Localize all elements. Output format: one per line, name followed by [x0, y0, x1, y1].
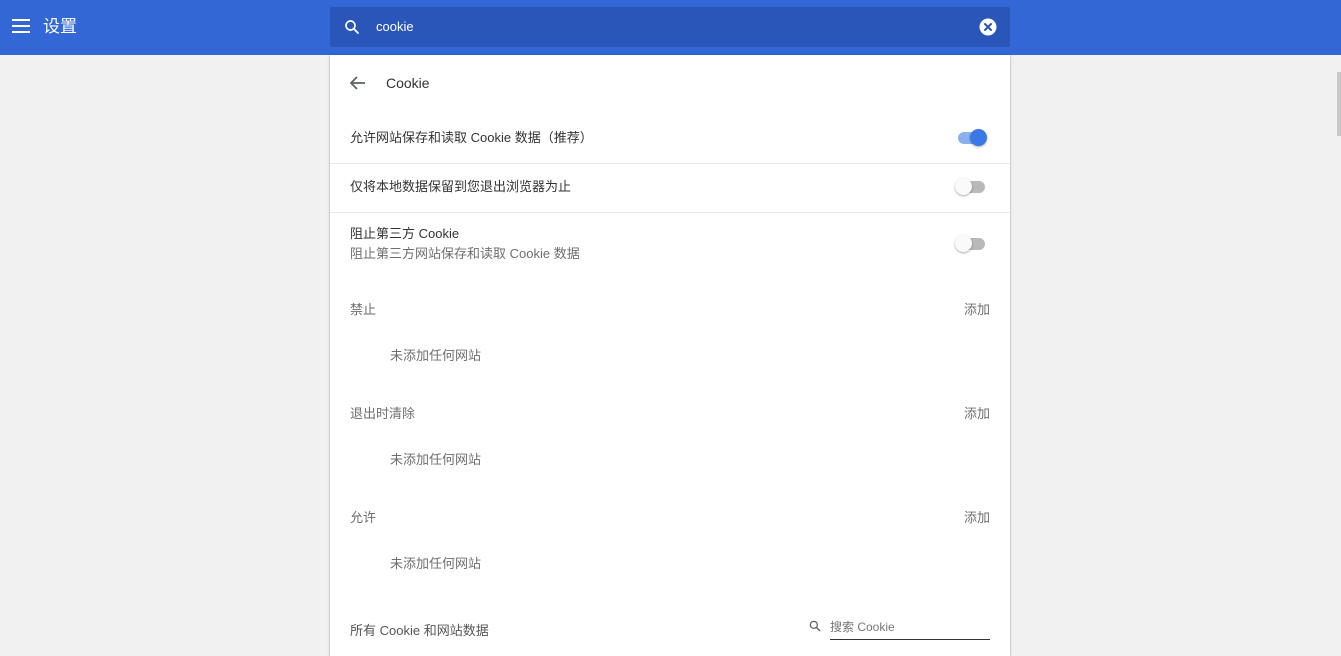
- settings-search-box[interactable]: cookie: [330, 7, 1010, 47]
- keep-local-data-toggle[interactable]: [955, 178, 987, 196]
- block-third-party-label: 阻止第三方 Cookie: [350, 226, 460, 241]
- search-input[interactable]: cookie: [376, 18, 414, 36]
- top-bar: 设置 cookie: [0, 0, 1341, 55]
- back-arrow-icon[interactable]: [348, 74, 368, 92]
- menu-icon[interactable]: [12, 19, 30, 35]
- page-title: Cookie: [386, 75, 430, 91]
- allow-cookies-toggle[interactable]: [956, 129, 988, 147]
- page-scrollbar[interactable]: [1337, 72, 1341, 136]
- empty-list-text: 未添加任何网站: [390, 452, 482, 467]
- cookie-settings-panel: Cookie 允许网站保存和读取 Cookie 数据（推荐） 仅将本地数据保留到…: [330, 55, 1010, 656]
- clear-search-icon[interactable]: [979, 18, 997, 36]
- add-clear-on-exit-button[interactable]: 添加: [964, 405, 990, 423]
- cookie-search: [808, 615, 990, 641]
- search-icon: [345, 20, 359, 34]
- all-cookies-site-data-label[interactable]: 所有 Cookie 和网站数据: [350, 622, 489, 640]
- allow-cookies-label: 允许网站保存和读取 Cookie 数据（推荐）: [350, 130, 593, 145]
- section-title-block: 禁止: [350, 302, 377, 317]
- cookie-search-input[interactable]: [830, 615, 990, 640]
- divider: [330, 212, 1010, 213]
- empty-list-text: 未添加任何网站: [390, 348, 482, 363]
- divider: [330, 163, 1010, 164]
- keep-local-data-label: 仅将本地数据保留到您退出浏览器为止: [350, 179, 572, 194]
- add-allow-button[interactable]: 添加: [964, 509, 990, 527]
- block-third-party-toggle[interactable]: [955, 235, 987, 253]
- empty-list-text: 未添加任何网站: [390, 556, 482, 571]
- search-icon: [809, 620, 821, 632]
- section-title-clear-on-exit: 退出时清除: [350, 406, 416, 421]
- block-third-party-sublabel: 阻止第三方网站保存和读取 Cookie 数据: [350, 246, 580, 261]
- app-title: 设置: [43, 17, 77, 36]
- add-block-button[interactable]: 添加: [964, 301, 990, 319]
- section-title-allow: 允许: [350, 510, 377, 525]
